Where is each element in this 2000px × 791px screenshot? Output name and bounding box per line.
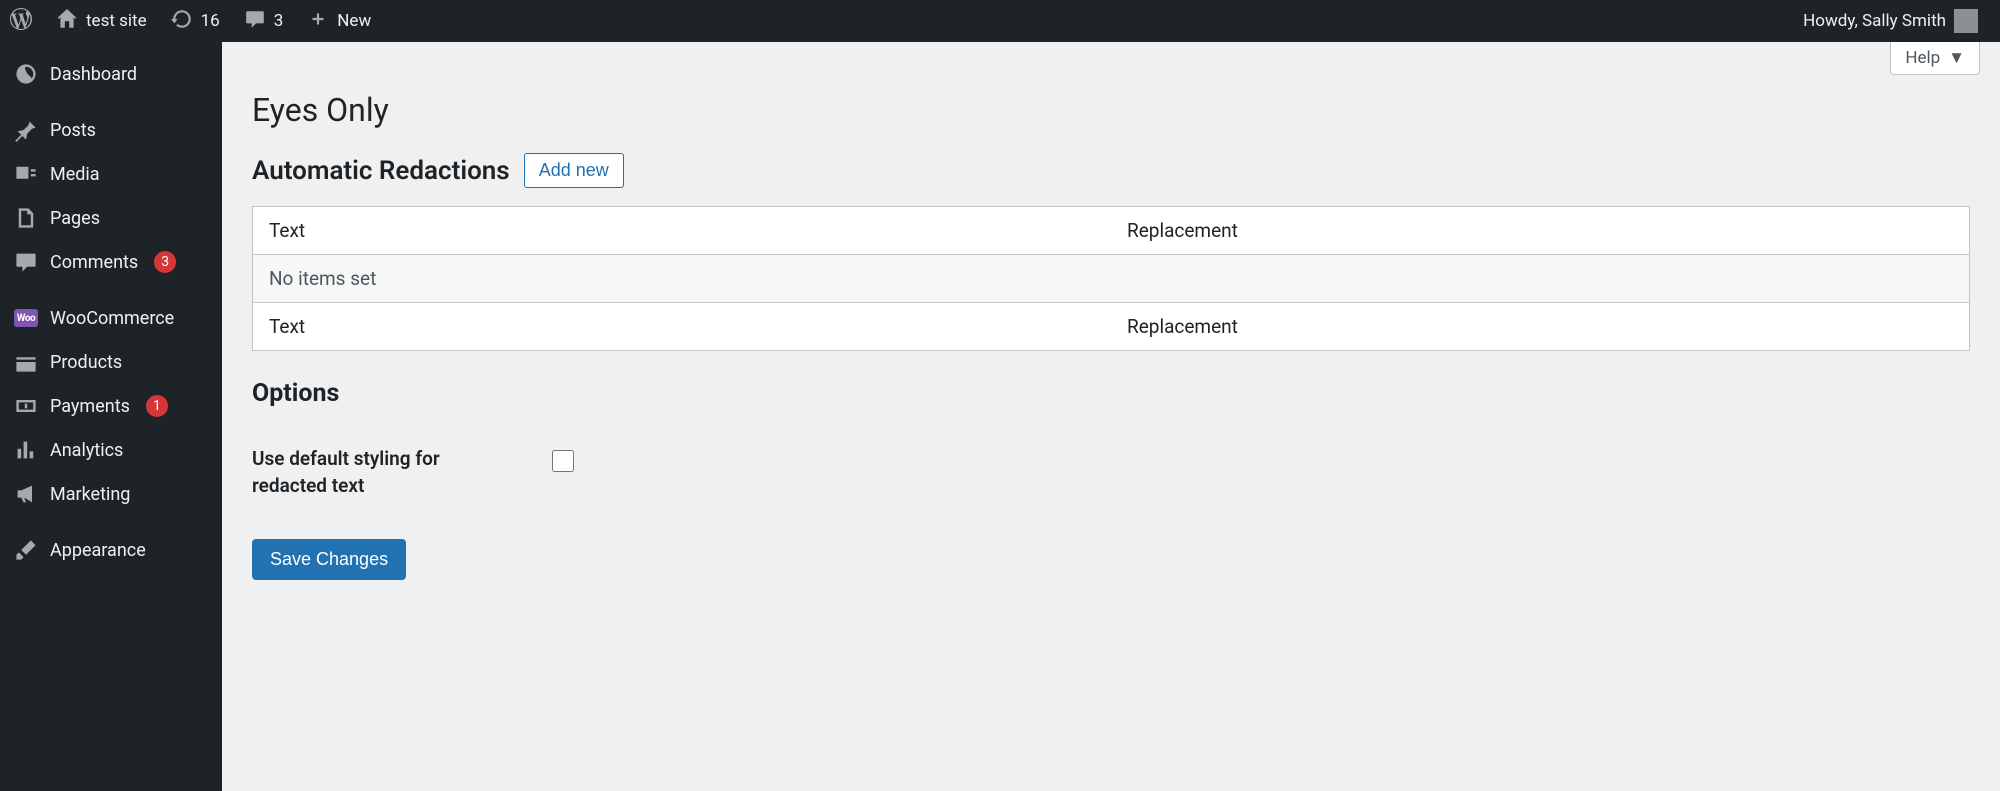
comments-link[interactable]: 3 — [232, 0, 296, 42]
chevron-down-icon: ▼ — [1948, 48, 1965, 68]
home-icon — [56, 8, 78, 35]
sidebar-item-pages[interactable]: Pages — [0, 196, 222, 240]
products-icon — [14, 350, 38, 374]
col-replacement-footer[interactable]: Replacement — [1111, 303, 1970, 351]
site-name-label: test site — [86, 11, 147, 31]
default-styling-label: Use default styling for redacted text — [252, 446, 512, 499]
pin-icon — [14, 118, 38, 142]
account-menu[interactable]: Howdy, Sally Smith — [1793, 0, 1990, 42]
options-title: Options — [252, 379, 1970, 408]
col-text-footer[interactable]: Text — [253, 303, 1112, 351]
comment-icon — [14, 250, 38, 274]
woocommerce-icon: Woo — [14, 306, 38, 330]
updates-count: 16 — [201, 11, 220, 31]
default-styling-checkbox[interactable] — [552, 450, 574, 472]
table-footer-row: Text Replacement — [253, 303, 1970, 351]
screen-meta: Help ▼ — [252, 42, 1980, 75]
analytics-icon — [14, 438, 38, 462]
add-new-button[interactable]: Add new — [524, 153, 624, 188]
plus-icon — [307, 8, 329, 35]
main-content: Help ▼ Eyes Only Automatic Redactions Ad… — [222, 42, 2000, 791]
payments-badge: 1 — [146, 395, 168, 417]
help-label: Help — [1905, 48, 1940, 68]
redactions-title: Automatic Redactions — [252, 156, 510, 186]
sidebar-item-label: Comments — [50, 252, 138, 273]
dashboard-icon — [14, 62, 38, 86]
redactions-table: Text Replacement No items set Text Repla… — [252, 206, 1970, 351]
howdy-text: Howdy, Sally Smith — [1803, 11, 1946, 31]
megaphone-icon — [14, 482, 38, 506]
save-changes-button[interactable]: Save Changes — [252, 539, 406, 580]
comments-count: 3 — [274, 11, 284, 31]
media-icon — [14, 162, 38, 186]
admin-sidebar: Dashboard Posts Media Pages — [0, 42, 222, 791]
sidebar-item-payments[interactable]: Payments 1 — [0, 384, 222, 428]
sidebar-item-comments[interactable]: Comments 3 — [0, 240, 222, 284]
table-header-row: Text Replacement — [253, 207, 1970, 255]
sidebar-item-label: Dashboard — [50, 64, 137, 85]
col-replacement[interactable]: Replacement — [1111, 207, 1970, 255]
user-avatar-icon — [1954, 9, 1978, 33]
sidebar-item-dashboard[interactable]: Dashboard — [0, 52, 222, 96]
sidebar-item-woocommerce[interactable]: Woo WooCommerce — [0, 296, 222, 340]
comments-badge: 3 — [154, 251, 176, 273]
new-content-link[interactable]: New — [295, 0, 383, 42]
wordpress-logo-menu[interactable] — [0, 0, 44, 42]
col-text[interactable]: Text — [253, 207, 1112, 255]
default-styling-row: Use default styling for redacted text — [252, 446, 1970, 499]
admin-toolbar: test site 16 3 New Howdy, Sally Smith — [0, 0, 2000, 42]
redactions-header: Automatic Redactions Add new — [252, 153, 1970, 188]
sidebar-item-label: Appearance — [50, 540, 146, 561]
payments-icon — [14, 394, 38, 418]
new-label: New — [337, 11, 371, 31]
updates-link[interactable]: 16 — [159, 0, 232, 42]
empty-message: No items set — [253, 255, 1970, 303]
sidebar-item-label: Posts — [50, 120, 96, 141]
sidebar-item-appearance[interactable]: Appearance — [0, 528, 222, 572]
admin-toolbar-left: test site 16 3 New — [0, 0, 383, 42]
sidebar-item-analytics[interactable]: Analytics — [0, 428, 222, 472]
sidebar-item-media[interactable]: Media — [0, 152, 222, 196]
sidebar-item-label: Pages — [50, 208, 100, 229]
brush-icon — [14, 538, 38, 562]
help-tab[interactable]: Help ▼ — [1890, 42, 1980, 75]
sidebar-item-label: Products — [50, 352, 122, 373]
page-icon — [14, 206, 38, 230]
sidebar-item-label: WooCommerce — [50, 308, 174, 329]
table-row-empty: No items set — [253, 255, 1970, 303]
sidebar-item-label: Marketing — [50, 484, 130, 505]
admin-toolbar-right: Howdy, Sally Smith — [1793, 0, 1990, 42]
page-title: Eyes Only — [252, 91, 1970, 129]
site-name-link[interactable]: test site — [44, 0, 159, 42]
sidebar-item-products[interactable]: Products — [0, 340, 222, 384]
wordpress-logo-icon — [10, 8, 32, 35]
sidebar-item-posts[interactable]: Posts — [0, 108, 222, 152]
sidebar-item-marketing[interactable]: Marketing — [0, 472, 222, 516]
sidebar-item-label: Analytics — [50, 440, 123, 461]
update-icon — [171, 8, 193, 35]
comment-icon — [244, 8, 266, 35]
sidebar-item-label: Payments — [50, 396, 130, 417]
sidebar-item-label: Media — [50, 164, 100, 185]
